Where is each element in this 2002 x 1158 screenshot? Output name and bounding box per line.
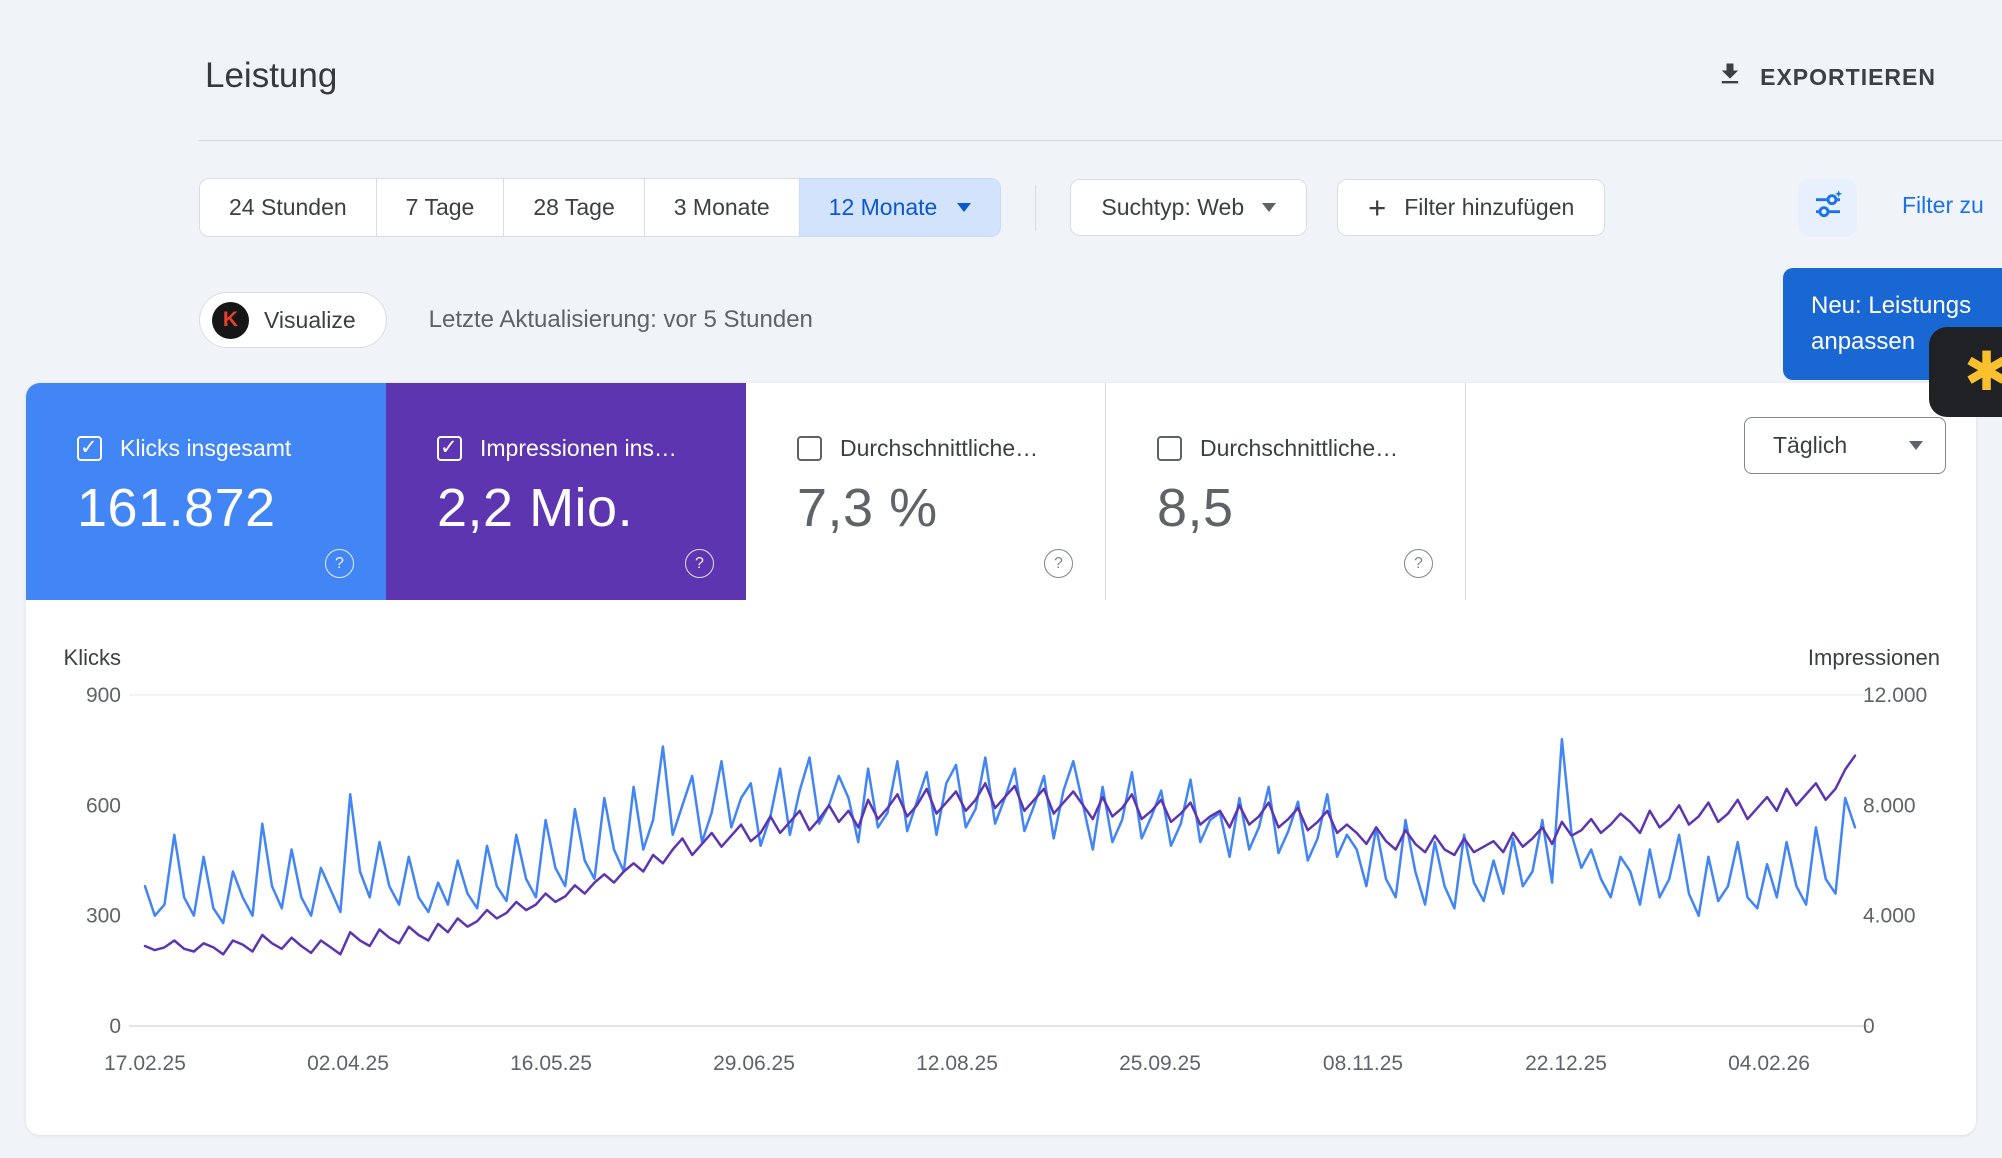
visualize-logo: K [212, 302, 249, 339]
checkbox-checked-icon[interactable] [437, 436, 462, 461]
granularity-dropdown[interactable]: Täglich [1744, 417, 1946, 474]
chevron-down-icon [1909, 441, 1923, 450]
performance-chart[interactable]: Klicks Impressionen 0 300 600 900 0 4.000 8.000 1… [26, 638, 1976, 1088]
range-24-stunden[interactable]: 24 Stunden [199, 178, 377, 237]
checkbox-checked-icon[interactable] [77, 436, 102, 461]
svg-text:0: 0 [109, 1015, 121, 1038]
download-icon [1716, 60, 1744, 94]
help-icon[interactable] [1044, 549, 1073, 578]
header-divider [198, 140, 2002, 141]
toolbar-divider [1035, 185, 1036, 231]
range-7-tage[interactable]: 7 Tage [376, 178, 505, 237]
range-3-monate[interactable]: 3 Monate [644, 178, 800, 237]
range-12-monate[interactable]: 12 Monate [799, 178, 1002, 237]
svg-text:12.000: 12.000 [1863, 684, 1927, 707]
svg-text:Impressionen: Impressionen [1808, 645, 1940, 670]
plus-icon: + [1368, 192, 1386, 223]
svg-text:4.000: 4.000 [1863, 905, 1916, 928]
help-icon[interactable] [325, 549, 354, 578]
metric-card-impressionen[interactable]: Impressionen ins… 2,2 Mio. [386, 383, 746, 600]
svg-text:16.05.25: 16.05.25 [510, 1052, 592, 1075]
tooltip-line-1: Neu: Leistungs [1811, 288, 2002, 324]
add-filter-button[interactable]: + Filter hinzufügen [1337, 179, 1605, 236]
svg-text:25.09.25: 25.09.25 [1119, 1052, 1201, 1075]
svg-text:900: 900 [86, 684, 121, 707]
customize-report-button[interactable] [1798, 178, 1857, 237]
metric-cards-row: Klicks insgesamt 161.872 Impressionen in… [26, 383, 1976, 600]
date-range-group: 24 Stunden 7 Tage 28 Tage 3 Monate 12 Mo… [199, 178, 1001, 237]
metric-label: Klicks insgesamt [120, 435, 291, 462]
svg-text:29.06.25: 29.06.25 [713, 1052, 795, 1075]
svg-text:02.04.25: 02.04.25 [307, 1052, 389, 1075]
svg-text:8.000: 8.000 [1863, 794, 1916, 817]
svg-text:12.08.25: 12.08.25 [916, 1052, 998, 1075]
chevron-down-icon [957, 203, 971, 212]
metric-value: 7,3 % [797, 477, 1105, 539]
sparkle-icon: ✱ [1964, 345, 2002, 399]
help-icon[interactable] [685, 549, 714, 578]
metric-label: Impressionen ins… [480, 435, 677, 462]
last-update-text: Letzte Aktualisierung: vor 5 Stunden [429, 306, 813, 334]
performance-panel: Klicks insgesamt 161.872 Impressionen in… [26, 383, 1976, 1135]
metric-value: 2,2 Mio. [437, 477, 746, 539]
checkbox-unchecked-icon[interactable] [797, 436, 822, 461]
metric-value: 8,5 [1157, 477, 1465, 539]
svg-text:300: 300 [86, 905, 121, 928]
checkbox-unchecked-icon[interactable] [1157, 436, 1182, 461]
help-icon[interactable] [1404, 549, 1433, 578]
metric-value: 161.872 [77, 477, 386, 539]
metric-label: Durchschnittliche… [1200, 435, 1398, 462]
range-28-tage[interactable]: 28 Tage [503, 178, 644, 237]
metric-card-klicks[interactable]: Klicks insgesamt 161.872 [26, 383, 386, 600]
status-row: K Visualize Letzte Aktualisierung: vor 5… [199, 292, 813, 348]
metric-card-position[interactable]: Durchschnittliche… 8,5 [1106, 383, 1466, 600]
visualize-button[interactable]: K Visualize [199, 292, 387, 348]
filter-link[interactable]: Filter zu [1902, 192, 1984, 219]
svg-text:Klicks: Klicks [64, 645, 121, 670]
svg-text:600: 600 [86, 794, 121, 817]
tune-sparkle-icon [1812, 189, 1844, 226]
export-button[interactable]: EXPORTIEREN [1716, 60, 1936, 94]
metric-card-ctr[interactable]: Durchschnittliche… 7,3 % [746, 383, 1106, 600]
page-title: Leistung [205, 56, 337, 96]
sparkle-tile[interactable]: ✱ [1929, 327, 2002, 417]
svg-text:17.02.25: 17.02.25 [104, 1052, 186, 1075]
svg-text:08.11.25: 08.11.25 [1323, 1052, 1403, 1075]
chevron-down-icon [1262, 203, 1276, 212]
metric-label: Durchschnittliche… [840, 435, 1038, 462]
filter-toolbar: 24 Stunden 7 Tage 28 Tage 3 Monate 12 Mo… [199, 178, 1635, 237]
svg-text:04.02.26: 04.02.26 [1728, 1052, 1810, 1075]
svg-text:0: 0 [1863, 1015, 1875, 1038]
search-type-dropdown[interactable]: Suchtyp: Web [1070, 179, 1307, 236]
export-label: EXPORTIEREN [1760, 64, 1936, 91]
svg-text:22.12.25: 22.12.25 [1525, 1052, 1607, 1075]
